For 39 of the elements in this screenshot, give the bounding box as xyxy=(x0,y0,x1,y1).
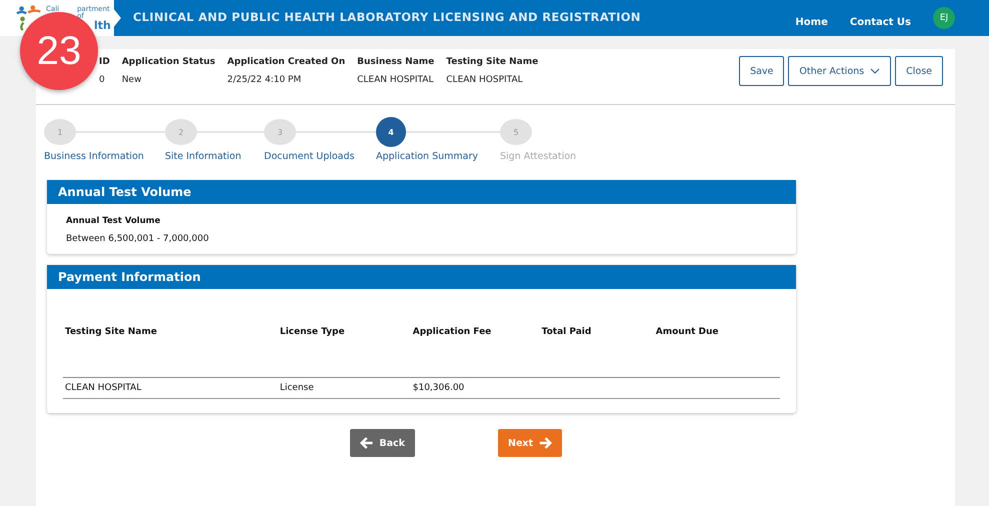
step-label[interactable]: Business Information xyxy=(44,151,165,162)
step-number[interactable]: 4 xyxy=(376,117,406,147)
field-label: ID xyxy=(99,57,110,67)
user-avatar[interactable]: EJ xyxy=(933,7,955,29)
arrow-right-icon xyxy=(539,436,552,450)
field-value: CLEAN HOSPITAL xyxy=(446,75,524,85)
dropdown-button[interactable]: Other Actions xyxy=(788,56,892,86)
column-header: Testing Site Name xyxy=(63,315,278,378)
back-button[interactable]: Back xyxy=(350,429,415,457)
field-value: Between 6,500,001 - 7,000,000 xyxy=(66,234,210,244)
field-value: CLEAN HOSPITAL xyxy=(357,75,434,85)
table-cell: License xyxy=(280,383,314,393)
step-label[interactable]: Site Information xyxy=(165,151,264,162)
table-cell: $10,306.00 xyxy=(412,383,464,393)
column-header: Total Paid xyxy=(540,315,654,378)
step-label[interactable]: Document Uploads xyxy=(264,151,376,162)
card-header: Payment Information xyxy=(47,265,796,289)
table-cell: CLEAN HOSPITAL xyxy=(65,383,142,393)
field-label: Business Name xyxy=(357,57,434,67)
action-button[interactable]: Close xyxy=(895,56,943,86)
field-value: 0 xyxy=(99,75,106,85)
field-label: Annual Test Volume xyxy=(66,216,162,226)
column-header: Amount Due xyxy=(654,315,780,378)
column-header: License Type xyxy=(278,315,411,378)
field-value: New xyxy=(122,75,142,85)
field-label: Testing Site Name xyxy=(446,57,538,67)
field-label: Application Created On xyxy=(227,57,346,67)
nav-link[interactable]: Home xyxy=(795,16,828,28)
action-button[interactable]: Save xyxy=(739,56,784,86)
column-header: Application Fee xyxy=(410,315,540,378)
nav-link[interactable]: Contact Us xyxy=(850,16,911,28)
arrow-left-icon xyxy=(360,436,374,450)
field-value: 2/25/22 4:10 PM xyxy=(227,75,302,85)
app-title: CLINICAL AND PUBLIC HEALTH LABORATORY LICENSING AND REGISTRATION xyxy=(133,10,641,24)
next-button[interactable]: Next xyxy=(498,429,562,457)
step-label[interactable]: Application Summary xyxy=(376,151,500,162)
caret-icon xyxy=(870,68,880,74)
field-label: Application Status xyxy=(122,57,216,67)
card-header: Annual Test Volume xyxy=(47,180,796,204)
